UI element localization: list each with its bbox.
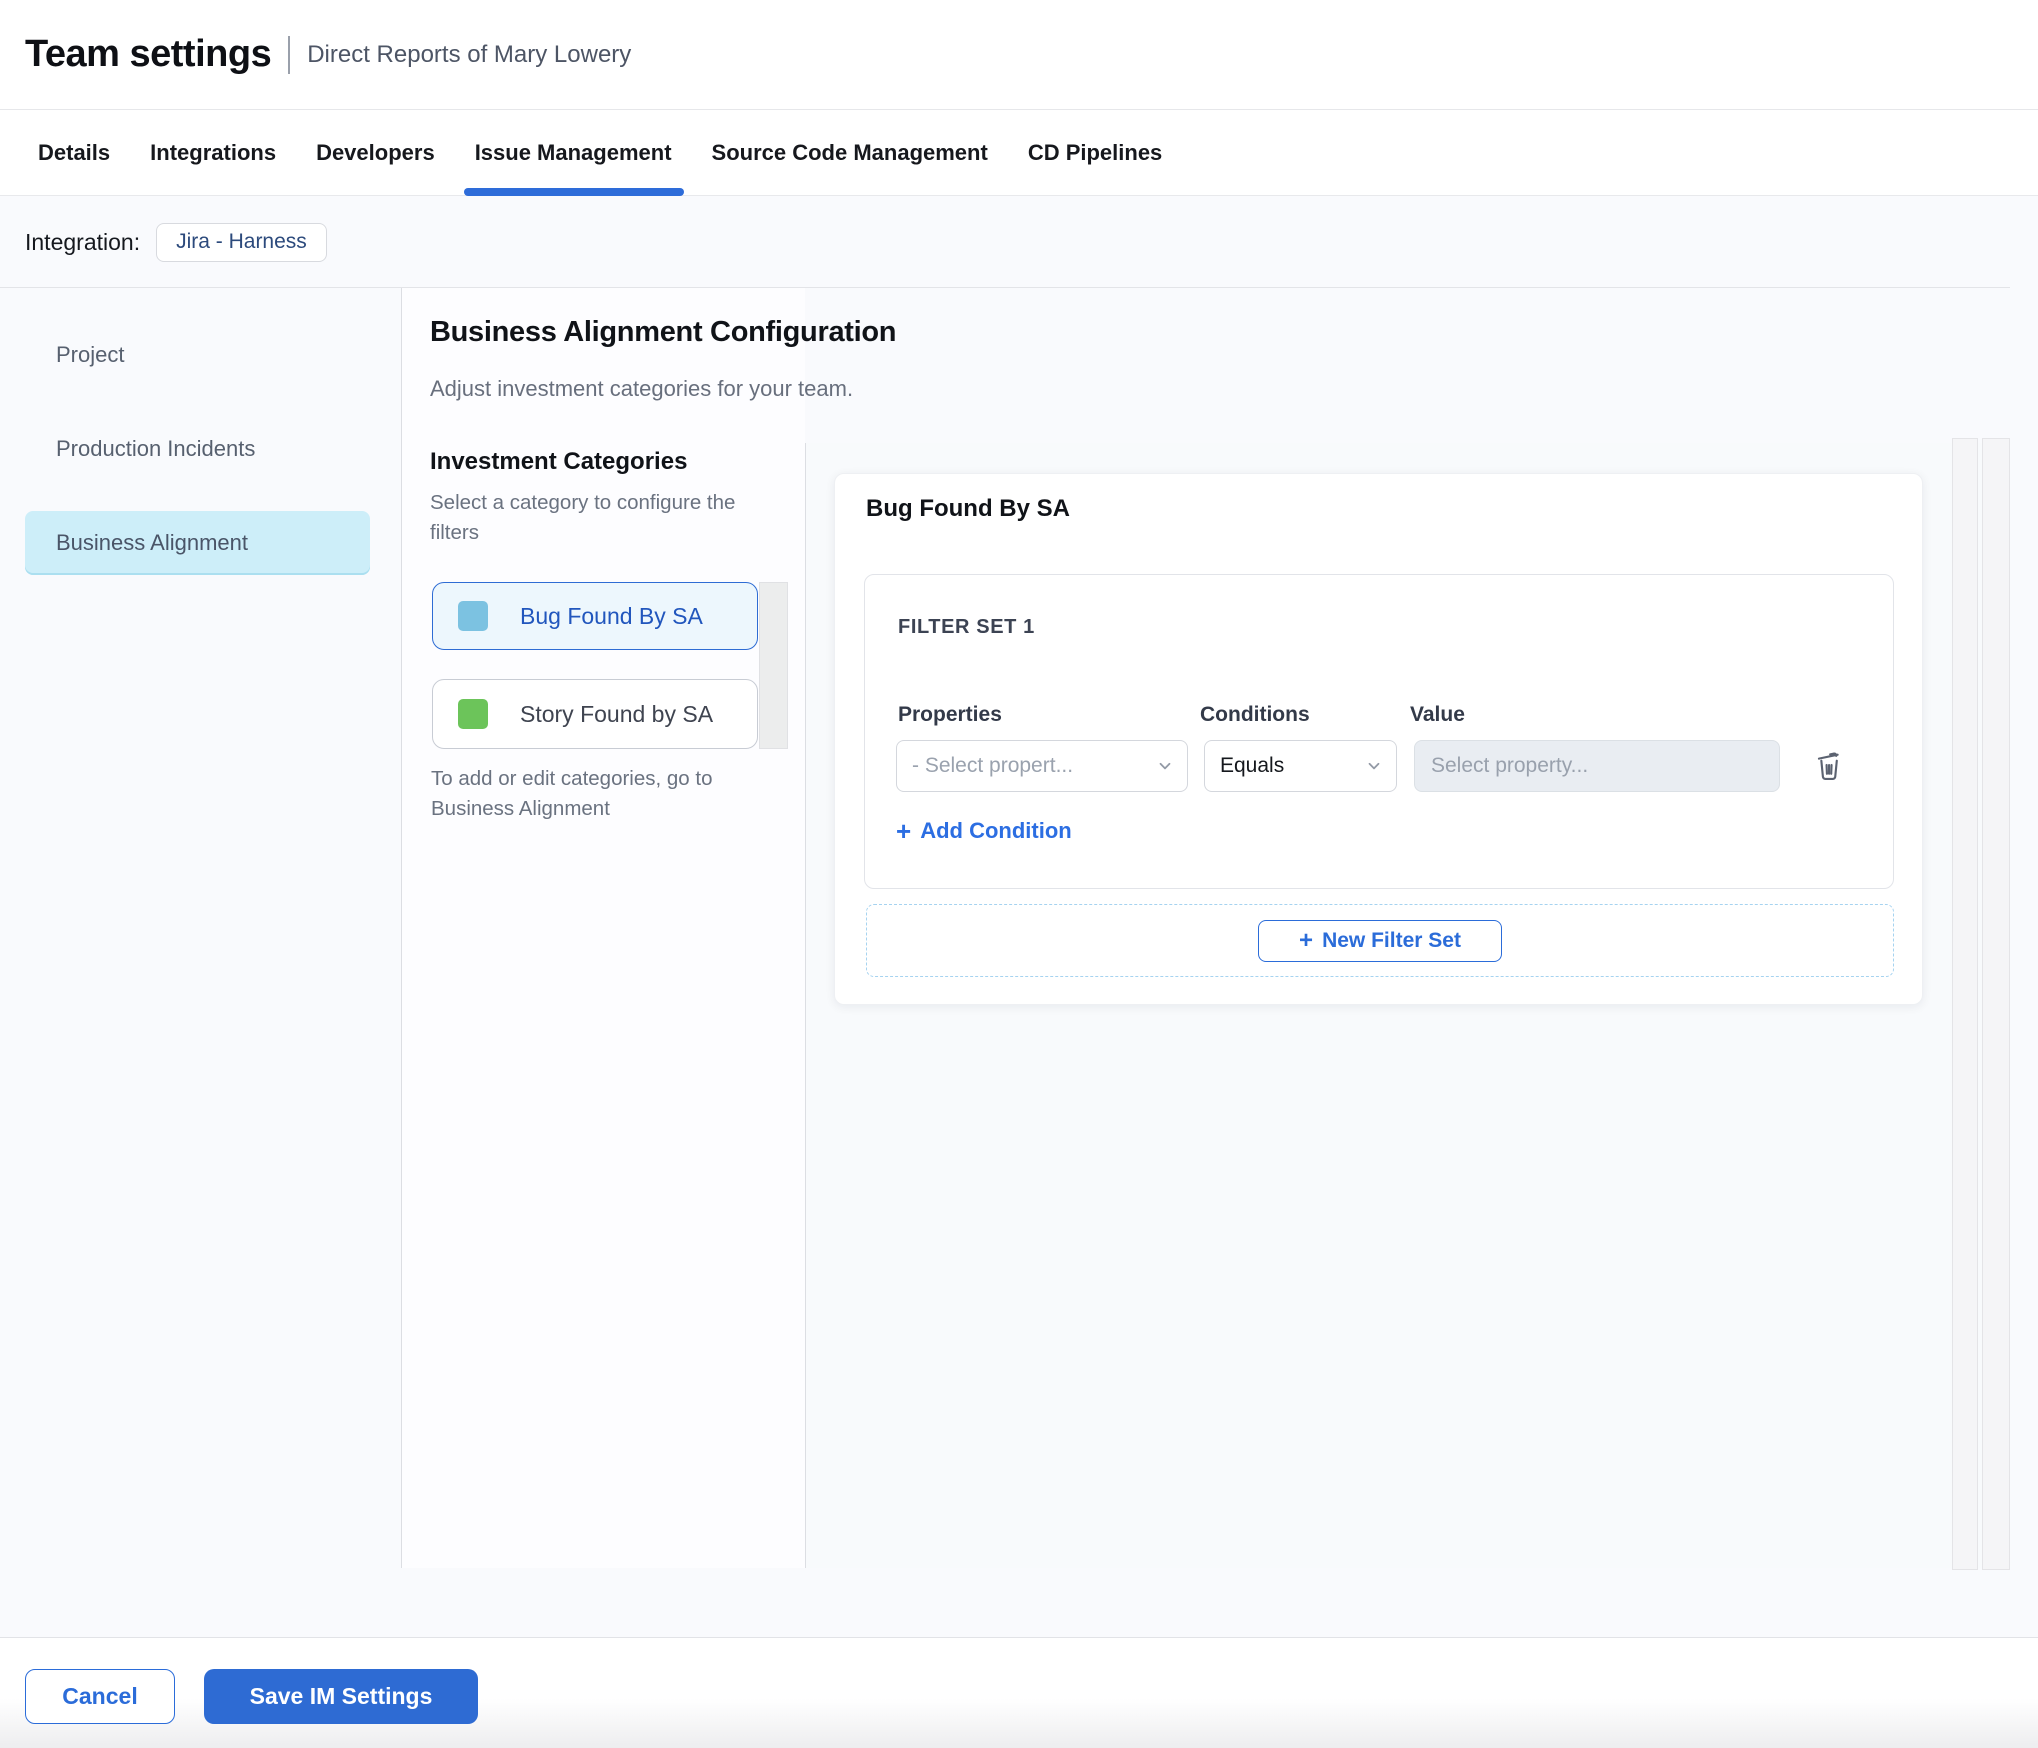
- tab-details[interactable]: Details: [38, 111, 110, 195]
- page-scrollbar-track[interactable]: [1982, 438, 2010, 1570]
- category-story-found-by-sa[interactable]: Story Found by SA: [432, 679, 758, 749]
- settings-side-nav: Project Production Incidents Business Al…: [25, 323, 370, 605]
- story-category-swatch: [458, 699, 488, 729]
- panel-scrollbar-track[interactable]: [1952, 438, 1978, 1570]
- add-condition-button[interactable]: + Add Condition: [896, 818, 1072, 844]
- categories-divider: [805, 443, 806, 1568]
- properties-select[interactable]: - Select propert...: [896, 740, 1188, 792]
- column-header-properties: Properties: [898, 703, 1002, 726]
- tab-developers[interactable]: Developers: [316, 111, 435, 195]
- trash-icon: [1817, 752, 1839, 780]
- content-area: Project Production Incidents Business Al…: [0, 288, 2038, 1637]
- integration-row: Integration: Jira - Harness: [0, 196, 2038, 288]
- investment-categories-subtitle: Select a category to configure the filte…: [430, 491, 736, 544]
- bug-category-swatch: [458, 601, 488, 631]
- plus-icon: +: [1299, 926, 1314, 954]
- sidebar-item-business-alignment[interactable]: Business Alignment: [25, 511, 370, 575]
- filter-set-box: FILTER SET 1 Properties Conditions Value…: [864, 574, 1894, 889]
- filter-set-title: FILTER SET 1: [898, 616, 1035, 638]
- tab-cd-pipelines[interactable]: CD Pipelines: [1028, 111, 1162, 195]
- new-filter-set-dropzone: + New Filter Set: [866, 904, 1894, 977]
- column-header-conditions: Conditions: [1200, 703, 1310, 726]
- column-header-value: Value: [1410, 703, 1465, 726]
- team-settings-page: Team settings Direct Reports of Mary Low…: [0, 0, 2038, 1748]
- footer-action-bar: Cancel Save IM Settings: [0, 1637, 2038, 1748]
- page-title: Team settings: [25, 33, 272, 75]
- section-subtitle: Adjust investment categories for your te…: [430, 376, 854, 401]
- plus-icon: +: [896, 816, 912, 846]
- cancel-button[interactable]: Cancel: [25, 1669, 175, 1724]
- delete-condition-button[interactable]: [1810, 747, 1848, 785]
- investment-categories-section: Investment Categories Select a category …: [430, 448, 762, 820]
- investment-categories-title: Investment Categories: [430, 448, 688, 475]
- category-bug-found-by-sa[interactable]: Bug Found By SA: [432, 582, 758, 650]
- config-card-title: Bug Found By SA: [866, 495, 1070, 522]
- tab-source-code-management[interactable]: Source Code Management: [712, 111, 988, 195]
- tab-integrations[interactable]: Integrations: [150, 111, 276, 195]
- section-title: Business Alignment Configuration: [430, 316, 897, 348]
- value-input[interactable]: [1414, 740, 1780, 792]
- categories-note: To add or edit categories, go to Busines…: [431, 767, 713, 820]
- chevron-down-icon: [1159, 762, 1171, 770]
- page-subtitle: Direct Reports of Mary Lowery: [307, 40, 632, 68]
- title-separator: [288, 35, 291, 74]
- sidebar-item-production-incidents[interactable]: Production Incidents: [25, 417, 370, 481]
- save-im-settings-button[interactable]: Save IM Settings: [204, 1669, 478, 1724]
- title-bar: Team settings Direct Reports of Mary Low…: [0, 0, 2038, 110]
- chevron-down-icon: [1368, 762, 1380, 770]
- category-list-scrollbar[interactable]: [759, 582, 788, 749]
- conditions-select[interactable]: Equals: [1204, 740, 1397, 792]
- settings-tab-bar: Details Integrations Developers Issue Ma…: [0, 111, 2038, 196]
- category-config-card: Bug Found By SA FILTER SET 1 Properties …: [834, 473, 1923, 1005]
- active-tab-underline: [463, 188, 684, 196]
- integration-label: Integration:: [25, 228, 141, 255]
- sidebar-item-project[interactable]: Project: [25, 323, 370, 387]
- integration-badge[interactable]: Jira - Harness: [156, 222, 327, 262]
- sidebar-divider: [401, 288, 402, 1568]
- tab-issue-management[interactable]: Issue Management: [463, 111, 684, 196]
- new-filter-set-button[interactable]: + New Filter Set: [1258, 919, 1502, 962]
